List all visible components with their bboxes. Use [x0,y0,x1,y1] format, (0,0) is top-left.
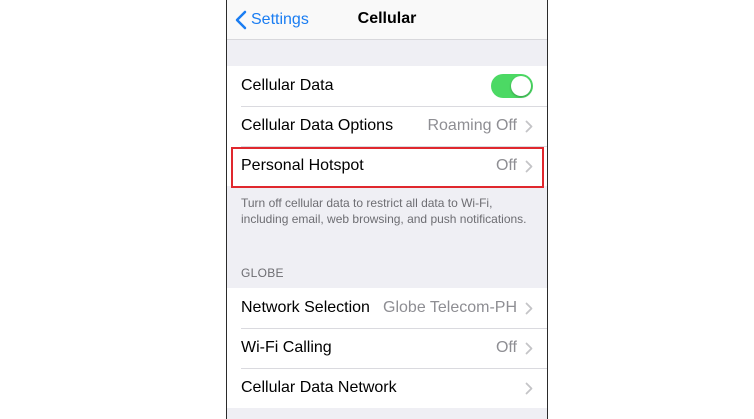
chevron-right-icon [525,342,533,355]
cellular-data-label: Cellular Data [241,77,334,94]
globe-settings-group: Network Selection Globe Telecom-PH Wi-Fi… [227,288,547,408]
wifi-calling-row[interactable]: Wi-Fi Calling Off [227,328,547,368]
cellular-data-options-label: Cellular Data Options [241,117,394,134]
section-header-globe: GLOBE [241,266,284,280]
toggle-knob [511,76,531,96]
wifi-calling-label: Wi-Fi Calling [241,339,332,356]
page-title: Cellular [357,10,417,27]
wifi-calling-value: Off [495,339,517,356]
cellular-data-network-row[interactable]: Cellular Data Network [227,368,547,408]
phone-screen: Settings Cellular Cellular Data Cellular… [226,0,548,419]
chevron-right-icon [525,120,533,133]
cellular-data-row: Cellular Data [227,66,547,106]
network-selection-value: Globe Telecom-PH [383,299,517,316]
chevron-right-icon [525,382,533,395]
cellular-data-footnote: Turn off cellular data to restrict all d… [241,196,527,226]
network-selection-label: Network Selection [241,299,370,316]
cellular-data-options-row[interactable]: Cellular Data Options Roaming Off [227,106,547,146]
navigation-bar: Settings Cellular [227,0,547,40]
cellular-data-toggle[interactable] [491,74,533,98]
network-selection-row[interactable]: Network Selection Globe Telecom-PH [227,288,547,328]
personal-hotspot-row[interactable]: Personal Hotspot Off [227,146,547,186]
personal-hotspot-label: Personal Hotspot [241,157,364,174]
cellular-data-network-label: Cellular Data Network [241,379,397,396]
personal-hotspot-value: Off [495,157,517,174]
chevron-right-icon [525,302,533,315]
chevron-right-icon [525,160,533,173]
cellular-data-options-value: Roaming Off [427,117,517,134]
cellular-settings-group: Cellular Data Cellular Data Options Roam… [227,66,547,186]
